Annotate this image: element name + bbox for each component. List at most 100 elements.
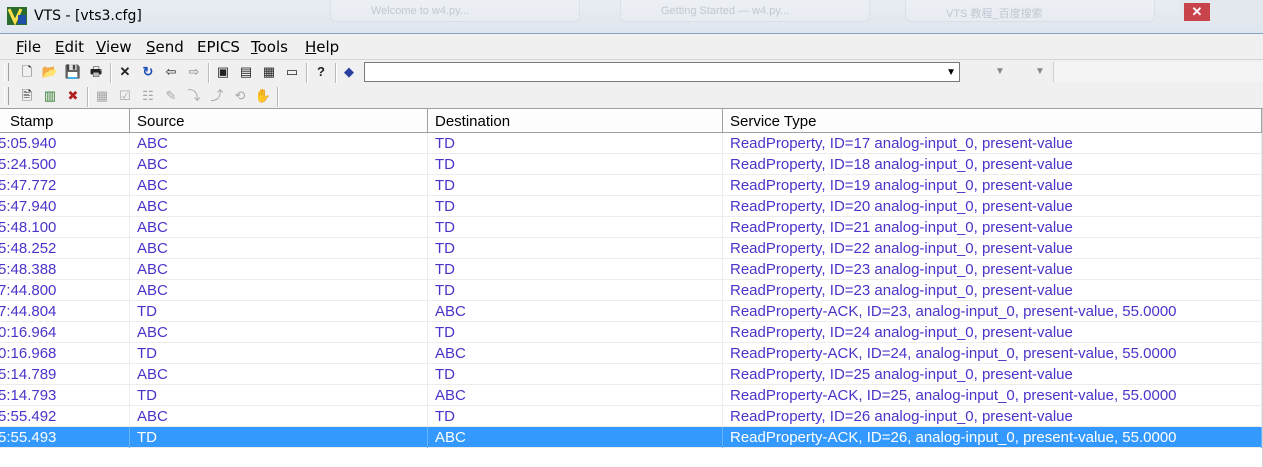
print-icon[interactable]: 🖶: [87, 63, 105, 81]
cell-source: ABC: [130, 280, 428, 301]
column-header-service-type[interactable]: Service Type: [723, 109, 1262, 132]
table-row[interactable]: 5:47.772 ABC TD ReadProperty, ID=19 analog-…: [0, 175, 1263, 196]
table-row[interactable]: 7:44.804 TD ABC ReadProperty-ACK, ID=23, an…: [0, 301, 1263, 322]
menu-send[interactable]: Send: [146, 38, 184, 56]
cell-source: ABC: [130, 322, 428, 343]
menu-edit[interactable]: Edit: [55, 38, 84, 56]
cell-stamp: 0:16.968: [0, 343, 130, 364]
toolbar-separator: [277, 87, 279, 107]
stop-script-icon[interactable]: ✖: [64, 87, 82, 105]
cell-source: TD: [130, 301, 428, 322]
menu-label: ile: [23, 38, 42, 56]
menu-epics[interactable]: EPICS: [197, 38, 240, 56]
table-row[interactable]: 5:48.100 ABC TD ReadProperty, ID=21 analog-…: [0, 217, 1263, 238]
menu-label: EPICS: [197, 38, 240, 56]
column-header-stamp[interactable]: Stamp: [0, 109, 130, 132]
background-tab: Welcome to w4.py...: [330, 0, 580, 22]
secondary-combo-box[interactable]: ▼ ▼: [965, 62, 1053, 82]
table-row[interactable]: 5:14.793 TD ABC ReadProperty-ACK, ID=25, an…: [0, 385, 1263, 406]
cell-source: ABC: [130, 133, 428, 154]
cell-service-type: ReadProperty-ACK, ID=23, analog-input_0,…: [723, 301, 1262, 322]
menu-label: end: [155, 38, 184, 56]
table-row[interactable]: 5:55.493 TD ABC ReadProperty-ACK, ID=26, an…: [0, 427, 1263, 448]
cell-source: TD: [130, 343, 428, 364]
menu-accel: T: [251, 38, 258, 56]
close-button[interactable]: ✕: [1184, 3, 1210, 21]
cell-source: ABC: [130, 259, 428, 280]
delete-icon[interactable]: ✕: [116, 63, 134, 81]
cell-service-type: ReadProperty, ID=23 analog-input_0, pres…: [723, 259, 1262, 280]
calendar-icon[interactable]: ▦: [93, 87, 111, 105]
column-header-destination[interactable]: Destination: [428, 109, 723, 132]
cell-destination: TD: [428, 280, 723, 301]
check-doc-icon[interactable]: ☑: [116, 87, 134, 105]
table-row[interactable]: 5:48.252 ABC TD ReadProperty, ID=22 analog-…: [0, 238, 1263, 259]
cell-stamp: 7:44.804: [0, 301, 130, 322]
hand-icon[interactable]: ✋: [254, 87, 272, 105]
save-icon[interactable]: 💾: [64, 63, 82, 81]
port-window-icon[interactable]: ▣: [214, 63, 232, 81]
chevron-down-icon[interactable]: ▼: [1035, 66, 1045, 77]
table-row[interactable]: 5:48.388 ABC TD ReadProperty, ID=23 analog-…: [0, 259, 1263, 280]
menu-file[interactable]: File: [16, 38, 41, 56]
step-into-icon[interactable]: ⤵: [185, 87, 203, 105]
edit-doc-icon[interactable]: ✎: [162, 87, 180, 105]
filter-combo-box[interactable]: ▼: [364, 62, 960, 82]
script-toolbar: 🖹 ▥ ✖ ▦ ☑ ☷ ✎ ⤵ ⤴ ⟲ ✋: [0, 85, 1263, 109]
help-question-icon[interactable]: ?: [312, 63, 330, 81]
toolbar-separator: [335, 63, 337, 83]
step-doc-icon[interactable]: ☷: [139, 87, 157, 105]
open-folder-icon[interactable]: 📂: [41, 63, 59, 81]
cell-stamp: 5:14.789: [0, 364, 130, 385]
cell-service-type: ReadProperty-ACK, ID=26, analog-input_0,…: [723, 427, 1262, 448]
cell-destination: TD: [428, 175, 723, 196]
cell-destination: ABC: [428, 343, 723, 364]
table-row[interactable]: 5:14.789 ABC TD ReadProperty, ID=25 analog-…: [0, 364, 1263, 385]
menu-accel: F: [16, 38, 24, 56]
table-row[interactable]: 5:24.500 ABC TD ReadProperty, ID=18 analog-…: [0, 154, 1263, 175]
chevron-down-icon[interactable]: ▼: [946, 67, 956, 78]
table-row[interactable]: 7:44.800 ABC TD ReadProperty, ID=23 analog-…: [0, 280, 1263, 301]
cell-stamp: 5:55.493: [0, 427, 130, 448]
cell-destination: TD: [428, 364, 723, 385]
table-row[interactable]: 0:16.964 ABC TD ReadProperty, ID=24 analog-…: [0, 322, 1263, 343]
cell-stamp: 5:55.492: [0, 406, 130, 427]
menu-help[interactable]: Help: [305, 38, 339, 56]
chevron-down-icon[interactable]: ▼: [995, 66, 1005, 77]
cell-destination: TD: [428, 238, 723, 259]
cell-service-type: ReadProperty, ID=20 analog-input_0, pres…: [723, 196, 1262, 217]
table-row[interactable]: 0:16.968 TD ABC ReadProperty-ACK, ID=24, an…: [0, 343, 1263, 364]
names-window-icon[interactable]: ▤: [237, 63, 255, 81]
cell-stamp: 5:47.940: [0, 196, 130, 217]
packet-list: Stamp Source Destination Service Type 5:…: [0, 109, 1263, 467]
background-tab: VTS 教程_百度搜索: [905, 0, 1155, 22]
cell-source: ABC: [130, 154, 428, 175]
column-header-source[interactable]: Source: [130, 109, 428, 132]
forward-arrow-icon[interactable]: ⇨: [185, 63, 203, 81]
table-row[interactable]: 5:47.940 ABC TD ReadProperty, ID=20 analog-…: [0, 196, 1263, 217]
cell-service-type: ReadProperty, ID=23 analog-input_0, pres…: [723, 280, 1262, 301]
menu-view[interactable]: View: [96, 38, 132, 56]
back-arrow-icon[interactable]: ⇦: [162, 63, 180, 81]
refresh-icon[interactable]: ↻: [139, 63, 157, 81]
toolbar-grip[interactable]: [4, 63, 9, 81]
cell-destination: ABC: [428, 427, 723, 448]
cell-source: ABC: [130, 238, 428, 259]
toolbar-grip[interactable]: [4, 87, 9, 105]
background-browser-tabs: Welcome to w4.py... Getting Started — w4…: [330, 0, 1170, 28]
step-over-icon[interactable]: ⤴: [208, 87, 226, 105]
table-row[interactable]: 5:55.492 ABC TD ReadProperty, ID=26 analog-…: [0, 406, 1263, 427]
table-row[interactable]: 5:05.940 ABC TD ReadProperty, ID=17 analog-…: [0, 133, 1263, 154]
cell-destination: TD: [428, 196, 723, 217]
menu-tools[interactable]: Tools: [251, 38, 288, 56]
devices-window-icon[interactable]: ▦: [260, 63, 278, 81]
cell-service-type: ReadProperty, ID=22 analog-input_0, pres…: [723, 238, 1262, 259]
document-icon[interactable]: 🖹: [18, 87, 36, 105]
book-icon[interactable]: ▥: [41, 87, 59, 105]
new-file-icon[interactable]: 🗋: [18, 63, 36, 81]
toolbar-separator: [110, 63, 112, 83]
bookmark-icon[interactable]: ◆: [340, 63, 358, 81]
script-window-icon[interactable]: ▭: [283, 63, 301, 81]
cell-source: ABC: [130, 175, 428, 196]
step-out-icon[interactable]: ⟲: [231, 87, 249, 105]
